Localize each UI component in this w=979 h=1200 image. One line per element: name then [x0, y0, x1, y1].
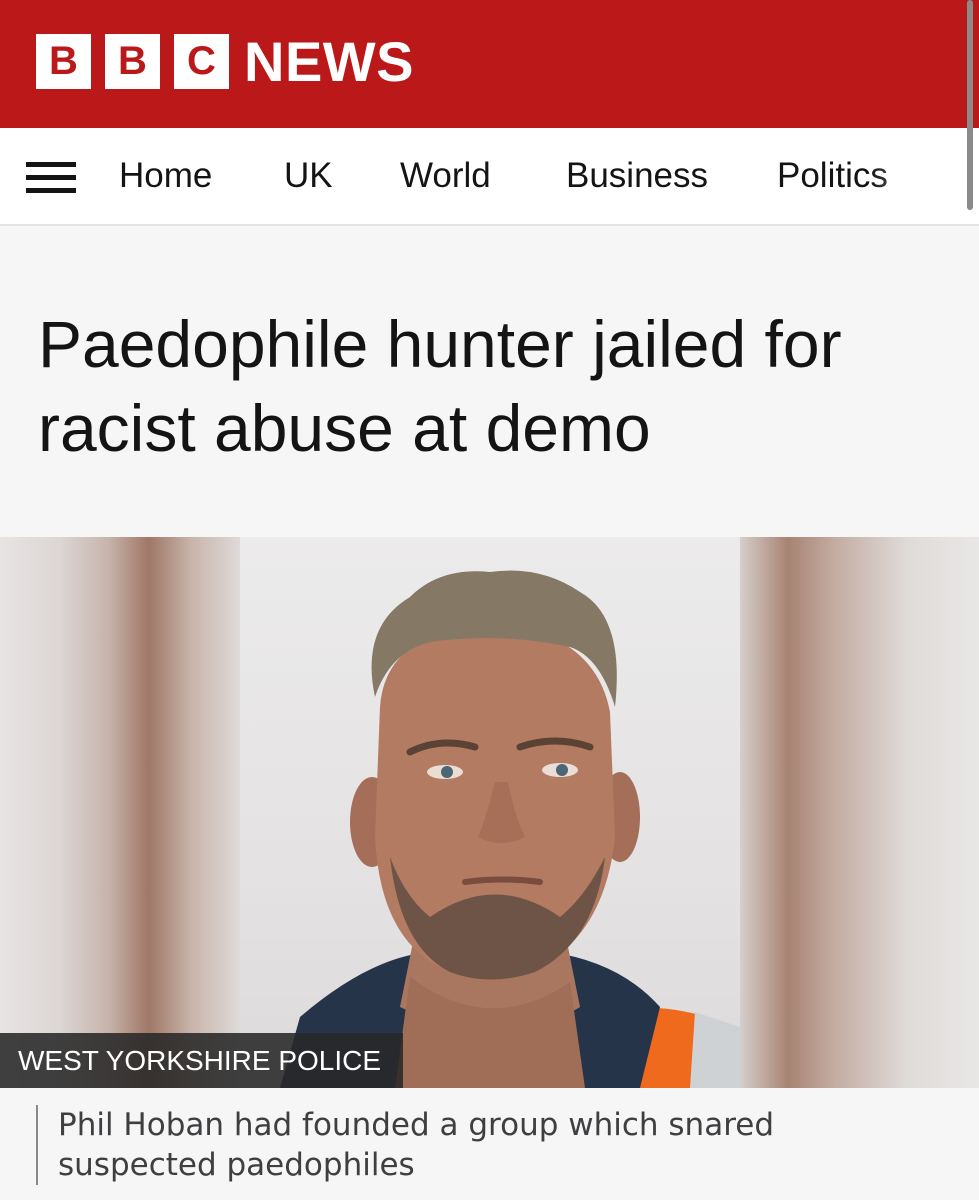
photo-blur-right [740, 537, 979, 1088]
hamburger-menu-icon[interactable] [26, 162, 76, 194]
nav-item-politics[interactable]: Politics [777, 156, 888, 196]
news-wordmark[interactable]: NEWS [244, 30, 414, 94]
masthead: B B C NEWS [0, 0, 979, 128]
logo-block-c: C [174, 34, 229, 89]
nav-item-business[interactable]: Business [566, 156, 708, 196]
bbc-logo[interactable]: B B C [36, 34, 229, 89]
logo-block-b1: B [36, 34, 91, 89]
article-photo [0, 537, 979, 1088]
image-caption: Phil Hoban had founded a group which sna… [36, 1105, 936, 1185]
section-nav: Home UK World Business Politics [0, 128, 979, 226]
nav-item-home[interactable]: Home [119, 156, 212, 196]
article-headline: Paedophile hunter jailed for racist abus… [38, 307, 842, 465]
logo-block-b2: B [105, 34, 160, 89]
nav-item-uk[interactable]: UK [284, 156, 333, 196]
image-credit-label: WEST YORKSHIRE POLICE [0, 1033, 404, 1088]
photo-blur-left [0, 537, 240, 1088]
mugshot-image [240, 537, 740, 1088]
nav-item-world[interactable]: World [400, 156, 491, 196]
page-scrollbar[interactable] [967, 0, 973, 210]
